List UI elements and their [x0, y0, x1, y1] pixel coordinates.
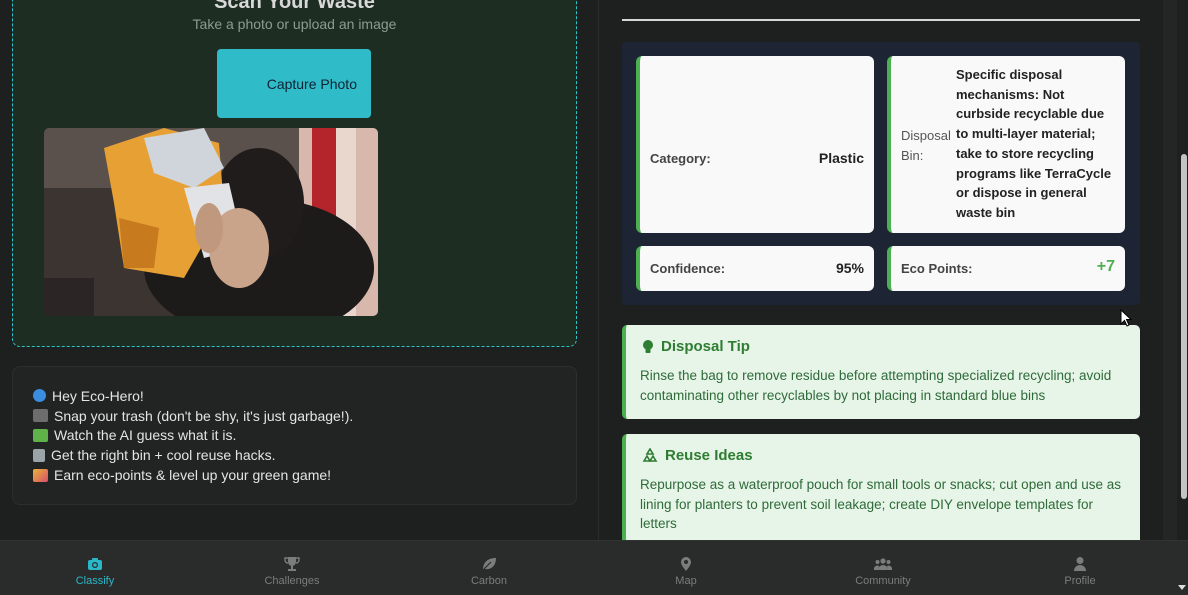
- scroll-down-arrow-icon[interactable]: [1178, 585, 1186, 590]
- lightbulb-icon: [643, 339, 653, 353]
- disposal-tip-card: Disposal Tip Rinse the bag to remove res…: [622, 325, 1140, 419]
- category-value: Plastic: [818, 150, 864, 166]
- nav-label: Challenges: [264, 575, 320, 587]
- party-icon: [33, 468, 48, 482]
- intro-text: Watch the AI guess what it is.: [54, 427, 237, 444]
- map-pin-icon: [681, 557, 691, 571]
- camera-icon: [88, 558, 102, 570]
- leaf-icon: [482, 558, 496, 571]
- disposal-bin-value: Specific disposal mechanisms: Not curbsi…: [956, 67, 1112, 220]
- disposal-bin-card: Disposal Bin: Specific disposal mechanis…: [887, 56, 1125, 233]
- disposal-tip-header: Disposal Tip: [642, 338, 750, 355]
- category-card: Category: Plastic: [636, 56, 874, 233]
- nav-item-classify[interactable]: Classify: [0, 541, 190, 595]
- scrollbar-thumb[interactable]: [1181, 154, 1187, 499]
- category-label: Category:: [650, 151, 711, 166]
- disposal-tip-title: Disposal Tip: [661, 338, 750, 355]
- nav-item-community[interactable]: Community: [788, 541, 978, 595]
- nav-label: Community: [855, 575, 911, 587]
- mouse-cursor-icon: [1120, 309, 1133, 327]
- intro-line: Hey Eco-Hero!: [33, 386, 576, 406]
- intro-line: Snap your trash (don't be shy, it's just…: [33, 406, 576, 426]
- reuse-ideas-title: Reuse Ideas: [665, 447, 753, 464]
- intro-text: Earn eco-points & level up your green ga…: [54, 467, 332, 484]
- upload-subtitle: Take a photo or upload an image: [192, 16, 397, 32]
- intro-text: Snap your trash (don't be shy, it's just…: [54, 407, 354, 424]
- section-rule: [622, 19, 1140, 21]
- trophy-icon: [284, 557, 300, 571]
- reuse-ideas-header: Reuse Ideas: [642, 447, 753, 464]
- bottom-navigation: Classify Challenges Carbon Map Community…: [0, 540, 1188, 595]
- nav-label: Map: [675, 575, 697, 587]
- recycle-icon: [642, 447, 658, 462]
- confidence-value: 95%: [835, 260, 864, 276]
- nav-label: Profile: [1064, 575, 1096, 587]
- nav-label: Carbon: [470, 575, 508, 587]
- user-icon: [1074, 557, 1086, 571]
- eco-points-label: Eco Points:: [901, 261, 973, 276]
- upload-title: Scan Your Waste: [214, 0, 375, 13]
- nav-item-carbon[interactable]: Carbon: [394, 541, 584, 595]
- classification-result-panel: Category: Plastic Disposal Bin: Specific…: [622, 42, 1140, 305]
- confidence-label: Confidence:: [650, 261, 726, 276]
- camera-preview-image: [44, 128, 378, 316]
- disposal-tip-text: Rinse the bag to remove residue before a…: [640, 368, 1112, 403]
- intro-line: Watch the AI guess what it is.: [33, 426, 576, 446]
- column-divider: [598, 0, 599, 540]
- reuse-ideas-card: Reuse Ideas Repurpose as a waterproof po…: [622, 434, 1140, 540]
- eco-points-value: +7: [1096, 258, 1115, 275]
- classify-column: Scan Your Waste Take a photo or upload a…: [0, 0, 598, 540]
- nav-label: Classify: [75, 575, 115, 587]
- camera-preview-picture: [44, 128, 378, 316]
- nav-item-map[interactable]: Map: [591, 541, 781, 595]
- puzzle-icon: [33, 428, 48, 442]
- intro-line: Earn eco-points & level up your green ga…: [33, 465, 576, 485]
- intro-text: Get the right bin + cool reuse hacks.: [51, 447, 276, 464]
- confidence-card: Confidence: 95%: [636, 246, 874, 291]
- trash-bin-icon: [33, 448, 45, 462]
- intro-line: Get the right bin + cool reuse hacks.: [33, 445, 576, 465]
- upload-dropzone[interactable]: Scan Your Waste Take a photo or upload a…: [12, 0, 577, 347]
- users-icon: [874, 558, 892, 570]
- reuse-ideas-text: Repurpose as a waterproof pouch for smal…: [640, 477, 1122, 531]
- globe-icon: [33, 389, 46, 403]
- nav-item-challenges[interactable]: Challenges: [197, 541, 387, 595]
- eco-points-card: Eco Points: +7: [887, 246, 1125, 291]
- intro-text: Hey Eco-Hero!: [52, 387, 144, 404]
- capture-photo-button[interactable]: Capture Photo: [217, 49, 371, 118]
- nav-item-profile[interactable]: Profile: [985, 541, 1175, 595]
- camera-icon: [33, 409, 48, 423]
- intro-card: Hey Eco-Hero! Snap your trash (don't be …: [12, 366, 577, 505]
- content-gutter: [1163, 0, 1177, 540]
- disposal-bin-label: Disposal Bin:: [901, 128, 951, 163]
